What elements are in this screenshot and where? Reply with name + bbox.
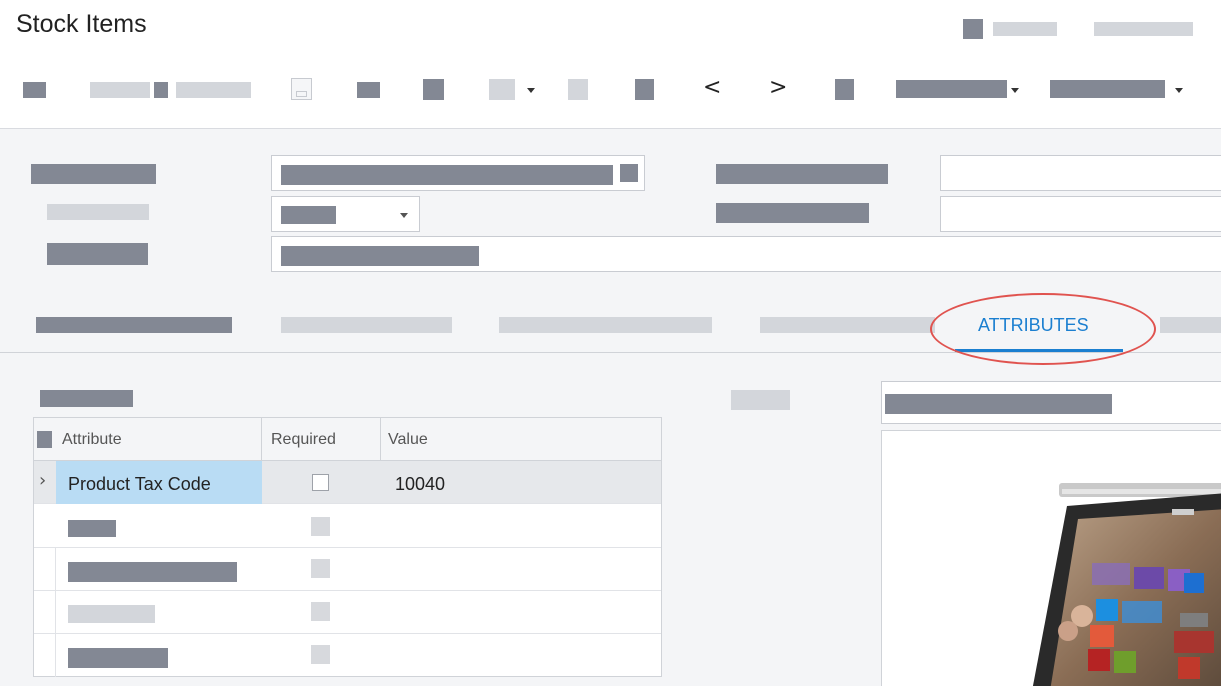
item-status-select[interactable] [271,196,420,232]
required-checkbox[interactable] [311,559,330,578]
inventory-id-field[interactable] [271,155,645,191]
last-record-icon[interactable] [835,79,854,100]
attribute-name [68,648,168,668]
required-checkbox[interactable] [311,645,330,664]
next-record-icon[interactable]: > [769,77,787,99]
table-row[interactable] [34,591,661,634]
chevron-down-icon [400,213,408,218]
column-required[interactable]: Required [271,431,336,449]
table-row[interactable] [34,505,661,548]
attribute-value[interactable]: 10040 [395,474,445,495]
table-row[interactable] [34,548,661,591]
add-icon[interactable] [357,82,380,98]
description-field[interactable] [271,236,1221,272]
reports-dropdown-icon[interactable] [1175,88,1183,93]
tab-packaging[interactable] [1160,317,1221,333]
cancel-button[interactable] [176,82,251,98]
attributes-section-title [40,390,133,407]
column-attribute[interactable]: Attribute [62,431,122,449]
image-url-field[interactable] [881,381,1221,424]
save-icon[interactable] [23,82,46,98]
page-title: Stock Items [16,10,147,38]
item-image [881,430,1221,686]
item-status-label [47,204,149,220]
tab-general[interactable] [36,317,232,333]
inventory-id-label [31,164,156,184]
tablet-photo [1032,483,1221,686]
required-checkbox[interactable] [311,517,330,536]
prev-record-icon[interactable]: < [703,77,721,99]
copy-icon[interactable] [489,79,515,100]
notes-icon[interactable] [963,19,983,39]
image-label [731,390,790,410]
tab-warehouses[interactable] [499,317,712,333]
save-close-button[interactable] [90,82,150,98]
description-label [47,243,148,265]
required-checkbox[interactable] [312,474,329,491]
row-expander-icon[interactable]: › [39,470,46,491]
grid-header: Attribute Required Value [34,418,661,461]
item-class-label [716,164,888,184]
highlight-annotation [930,293,1156,365]
tab-price-cost[interactable] [281,317,452,333]
table-row[interactable] [34,634,661,677]
lookup-icon[interactable] [620,164,638,182]
reports-menu-button[interactable] [1050,80,1165,98]
select-all-icon[interactable] [37,431,52,448]
notes-link[interactable] [993,22,1057,36]
attribute-name: Product Tax Code [68,474,211,494]
attributes-grid: Attribute Required Value › Product Tax C… [33,417,662,677]
copy-dropdown-icon[interactable] [527,88,535,93]
actions-dropdown-icon[interactable] [1011,88,1019,93]
type-label [716,203,869,223]
required-checkbox[interactable] [311,602,330,621]
attribute-name [68,605,155,623]
first-record-icon[interactable] [635,79,654,100]
table-row[interactable]: › Product Tax Code 10040 [34,461,661,504]
tab-vendors[interactable] [760,317,935,333]
actions-menu-button[interactable] [896,80,1007,98]
item-class-field[interactable] [940,155,1221,191]
activities-link[interactable] [1094,22,1193,36]
attribute-name [68,520,116,537]
delete-icon[interactable] [423,79,444,100]
type-field[interactable] [940,196,1221,232]
paste-icon[interactable] [568,79,588,100]
attribute-name [68,562,237,582]
undo-icon[interactable] [154,82,168,98]
save-disabled-icon [291,78,312,100]
column-value[interactable]: Value [388,431,428,449]
